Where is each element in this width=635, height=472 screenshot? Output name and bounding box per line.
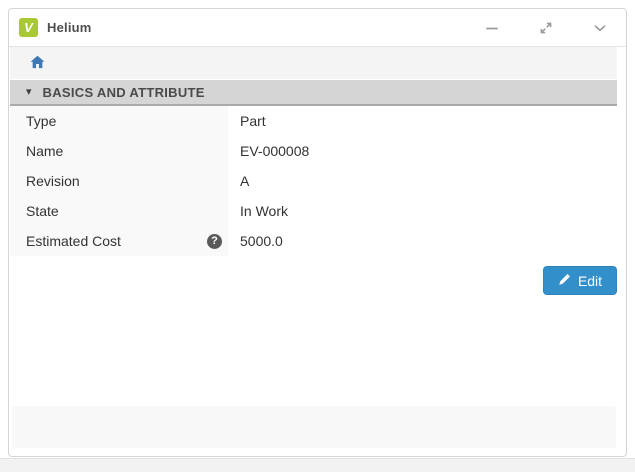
expand-button[interactable]	[534, 16, 558, 40]
field-label: Revision	[26, 173, 80, 189]
field-label: Estimated Cost	[26, 233, 121, 249]
field-label-cell: Type	[10, 106, 228, 136]
field-value-cell: A	[228, 166, 617, 196]
breadcrumb	[10, 47, 617, 79]
edit-button-label: Edit	[578, 273, 602, 289]
chevron-down-icon	[592, 20, 608, 36]
field-label: State	[26, 203, 59, 219]
field-value: 5000.0	[240, 233, 283, 249]
pencil-icon	[558, 273, 571, 289]
minimize-button[interactable]	[480, 16, 504, 40]
field-row-state: State In Work	[10, 196, 617, 226]
field-row-estimated-cost: Estimated Cost ? 5000.0	[10, 226, 617, 256]
attributes-table: Type Part Name EV-000008 Revision	[10, 106, 617, 256]
field-label: Name	[26, 143, 63, 159]
widget-body: ▾ BASICS AND ATTRIBUTE Type Part Name EV…	[9, 47, 626, 456]
field-row-name: Name EV-000008	[10, 136, 617, 166]
field-value-cell: EV-000008	[228, 136, 617, 166]
helium-widget-card: V Helium	[8, 8, 627, 457]
collapse-button[interactable]	[588, 16, 612, 40]
field-value-cell: In Work	[228, 196, 617, 226]
widget-title-bar: V Helium	[9, 9, 626, 47]
field-value: Part	[240, 113, 266, 129]
page-background-strip	[0, 458, 635, 472]
home-icon	[30, 55, 45, 72]
edit-button[interactable]: Edit	[543, 266, 617, 295]
caret-down-icon: ▾	[26, 87, 32, 98]
field-label-cell: Revision	[10, 166, 228, 196]
field-value-cell: Part	[228, 106, 617, 136]
field-row-revision: Revision A	[10, 166, 617, 196]
field-label-cell: Name	[10, 136, 228, 166]
field-value-cell: 5000.0	[228, 226, 617, 256]
breadcrumb-home-button[interactable]	[30, 55, 45, 72]
field-label-cell: Estimated Cost ?	[10, 226, 228, 256]
field-label-cell: State	[10, 196, 228, 226]
field-row-type: Type Part	[10, 106, 617, 136]
field-value: EV-000008	[240, 143, 309, 159]
help-icon[interactable]: ?	[207, 234, 222, 249]
field-label: Type	[26, 113, 56, 129]
field-value: In Work	[240, 203, 288, 219]
helium-logo-icon: V	[19, 18, 38, 37]
footer-panel	[12, 406, 616, 448]
section-header-basics-and-attribute[interactable]: ▾ BASICS AND ATTRIBUTE	[10, 80, 617, 106]
minimize-icon	[484, 20, 500, 36]
body-spacer	[10, 295, 617, 406]
expand-icon	[538, 20, 554, 36]
section-title: BASICS AND ATTRIBUTE	[43, 85, 205, 100]
actions-row: Edit	[10, 256, 617, 295]
field-value: A	[240, 173, 249, 189]
widget-title: Helium	[47, 20, 92, 35]
